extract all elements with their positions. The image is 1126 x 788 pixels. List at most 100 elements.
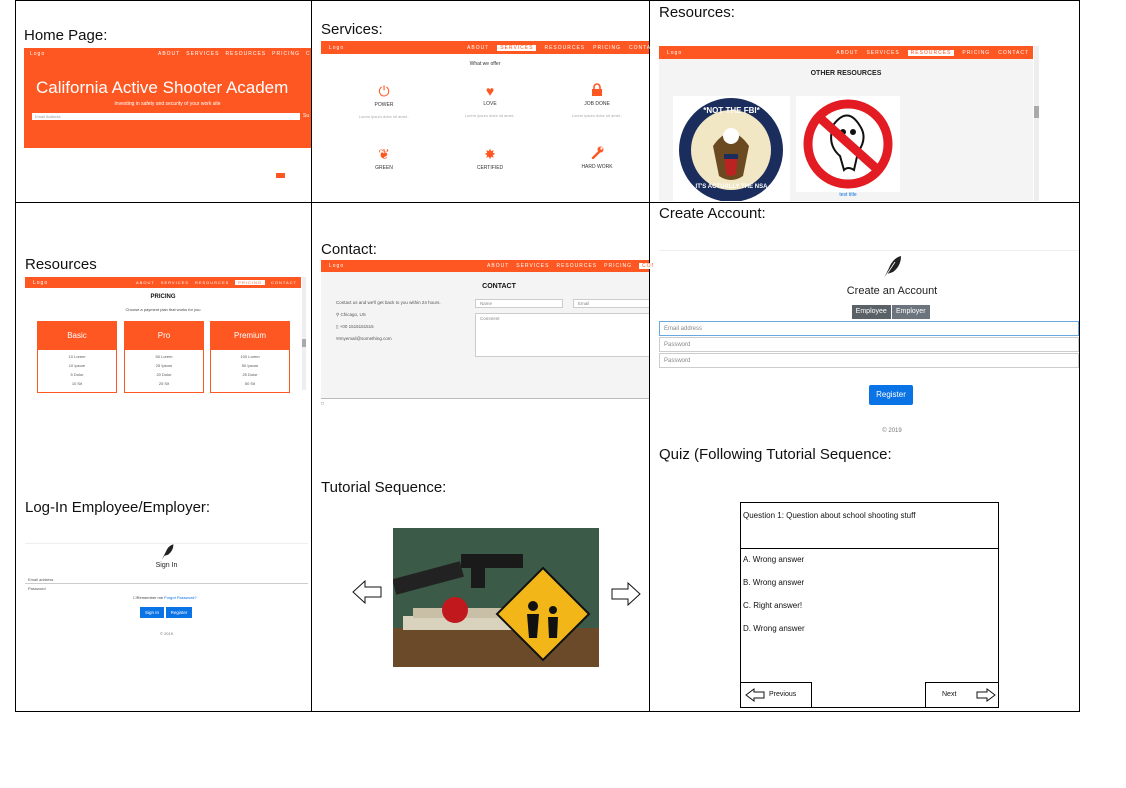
grid-divider <box>311 0 312 712</box>
previous-button[interactable]: Previous <box>740 682 812 708</box>
email-label: Email address <box>28 577 54 582</box>
scrollbar-thumb[interactable] <box>1034 106 1039 118</box>
caption-resources-pricing: Resources <box>25 256 97 273</box>
caption-contact: Contact: <box>321 241 377 258</box>
contact-comment-textarea[interactable]: Comment <box>475 313 649 357</box>
nav-logo[interactable]: Logo <box>30 51 45 57</box>
caption-create-account: Create Account: <box>659 205 766 222</box>
answer-option[interactable]: A. Wrong answer <box>743 555 804 564</box>
nav-services[interactable]: SERVICES <box>516 263 549 269</box>
contact-heading: CONTACT <box>482 283 516 290</box>
service-label: CERTIFIED <box>476 165 504 171</box>
forgot-password-link[interactable]: Forgot Password? <box>164 595 196 600</box>
nav-pricing[interactable]: PRICING <box>235 280 265 285</box>
service-item: ❦ GREEN <box>349 146 419 171</box>
create-title: Create an Account <box>846 285 938 297</box>
nav-contact[interactable]: CONTACT <box>271 280 297 285</box>
nav-services[interactable]: SERVICES <box>186 51 219 57</box>
submit-button[interactable]: Su <box>303 113 309 119</box>
nav-resources[interactable]: RESOURCES <box>195 280 229 285</box>
nav-resources[interactable]: RESOURCES <box>556 263 597 269</box>
plan-card-basic[interactable]: Basic 10 Lorem 10 Ipsum 5 Dolor 10 Sit <box>37 321 117 393</box>
nav-contact[interactable]: CONTACT <box>306 51 311 57</box>
nav-about[interactable]: ABOUT <box>136 280 155 285</box>
caption-home: Home Page: <box>24 27 108 44</box>
nav-about[interactable]: ABOUT <box>836 50 858 56</box>
contact-name-input[interactable]: Name <box>475 299 563 308</box>
email-input[interactable]: Email Address <box>32 113 300 120</box>
scrollbar[interactable] <box>1034 46 1039 201</box>
pricing-subheading: Choose a payment plan that works for you <box>125 307 201 312</box>
nav-resources[interactable]: RESOURCES <box>544 45 585 51</box>
scrollbar-thumb[interactable] <box>302 339 306 347</box>
nav-pricing[interactable]: PRICING <box>962 50 990 56</box>
wrench-icon <box>562 146 632 162</box>
prev-arrow-icon[interactable] <box>352 579 382 605</box>
register-button[interactable]: Register <box>166 607 192 618</box>
nav-about[interactable]: ABOUT <box>158 51 180 57</box>
service-item: HARD WORK <box>562 146 632 170</box>
nav-about[interactable]: ABOUT <box>487 263 509 269</box>
confirm-password-field[interactable]: Password <box>659 353 1079 368</box>
plan-feature: 10 Sit <box>71 381 83 386</box>
nav-logo[interactable]: Logo <box>329 45 344 51</box>
nav-pricing[interactable]: PRICING <box>272 51 300 57</box>
contact-email-input[interactable]: Email <box>573 299 649 308</box>
nav-logo[interactable]: Logo <box>329 263 344 269</box>
service-item: JOB DONE Lorem ipsum dolor sit amet.. <box>562 83 632 118</box>
plan-card-premium[interactable]: Premium 100 Lorem 50 Ipsum 25 Dolor 50 S… <box>210 321 290 393</box>
certificate-icon: ✸ <box>484 146 496 162</box>
register-button[interactable]: Register <box>869 385 913 405</box>
nav-contact[interactable]: CONTACT <box>629 45 651 51</box>
divider <box>659 250 1079 251</box>
employee-toggle[interactable]: Employee <box>852 305 891 319</box>
next-button[interactable]: Next <box>925 682 999 708</box>
plan-card-pro[interactable]: Pro 50 Lorem 25 Ipsum 20 Dolor 25 Sit <box>124 321 204 393</box>
footer-marker: □ <box>321 401 325 407</box>
answer-option[interactable]: D. Wrong answer <box>743 624 805 633</box>
next-arrow-icon[interactable] <box>611 581 641 607</box>
plan-name: Premium <box>211 322 289 350</box>
caption-resources: Resources: <box>659 4 735 21</box>
nav-pricing[interactable]: PRICING <box>593 45 621 51</box>
caption-services: Services: <box>321 21 383 38</box>
seal-bottom-text: IT'S ACTUALLY THE NSA <box>695 184 768 190</box>
signin-button[interactable]: Sign In <box>140 607 164 618</box>
nav-resources[interactable]: RESOURCES <box>907 50 955 56</box>
plan-feature: 20 Dolor <box>156 372 172 377</box>
answer-option[interactable]: B. Wrong answer <box>743 578 804 587</box>
nav-contact[interactable]: CONTACT <box>639 263 653 269</box>
pricing-heading: PRICING <box>150 294 176 300</box>
plan-name: Pro <box>125 322 203 350</box>
nav-contact[interactable]: CONTACT <box>998 50 1029 56</box>
nav-services[interactable]: SERVICES <box>161 280 189 285</box>
resource-image-ghost[interactable] <box>796 96 900 192</box>
previous-label: Previous <box>769 691 797 698</box>
scrollbar[interactable] <box>302 277 306 390</box>
nav-about[interactable]: ABOUT <box>467 45 489 51</box>
home-hero: Logo ABOUT SERVICES RESOURCES PRICING CO… <box>24 48 311 148</box>
nav-logo[interactable]: Logo <box>33 280 48 286</box>
resource-caption[interactable]: test title <box>796 192 900 198</box>
feather-icon <box>877 254 905 282</box>
nav-logo[interactable]: Logo <box>667 50 682 56</box>
services-heading: What we offer <box>469 61 501 67</box>
nav-pricing[interactable]: PRICING <box>604 263 632 269</box>
next-label: Next <box>942 691 957 698</box>
scroll-top-button[interactable] <box>276 173 285 178</box>
nav-services[interactable]: SERVICES <box>866 50 899 56</box>
nav-services[interactable]: SERVICES <box>497 45 537 51</box>
email-field[interactable]: Email address <box>659 321 1079 336</box>
resource-image-seal[interactable]: *NOT THE FBI* IT'S ACTUALLY THE NSA <box>673 96 790 202</box>
answer-option[interactable]: C. Right answer! <box>743 601 802 610</box>
contact-location: ⚲ Chicago, US <box>336 312 366 317</box>
nav-menu: ABOUT SERVICES RESOURCES PRICING CONTACT <box>158 51 311 57</box>
service-label: HARD WORK <box>581 164 613 170</box>
nav-resources[interactable]: RESOURCES <box>225 51 266 57</box>
password-field[interactable]: Password <box>659 337 1079 352</box>
power-icon: ⏻ <box>378 83 390 99</box>
remember-row: ☐Remember me Forgot Password? <box>133 595 197 600</box>
plan-name: Basic <box>38 322 116 350</box>
email-field[interactable] <box>25 583 308 584</box>
employer-toggle[interactable]: Employer <box>890 305 930 319</box>
